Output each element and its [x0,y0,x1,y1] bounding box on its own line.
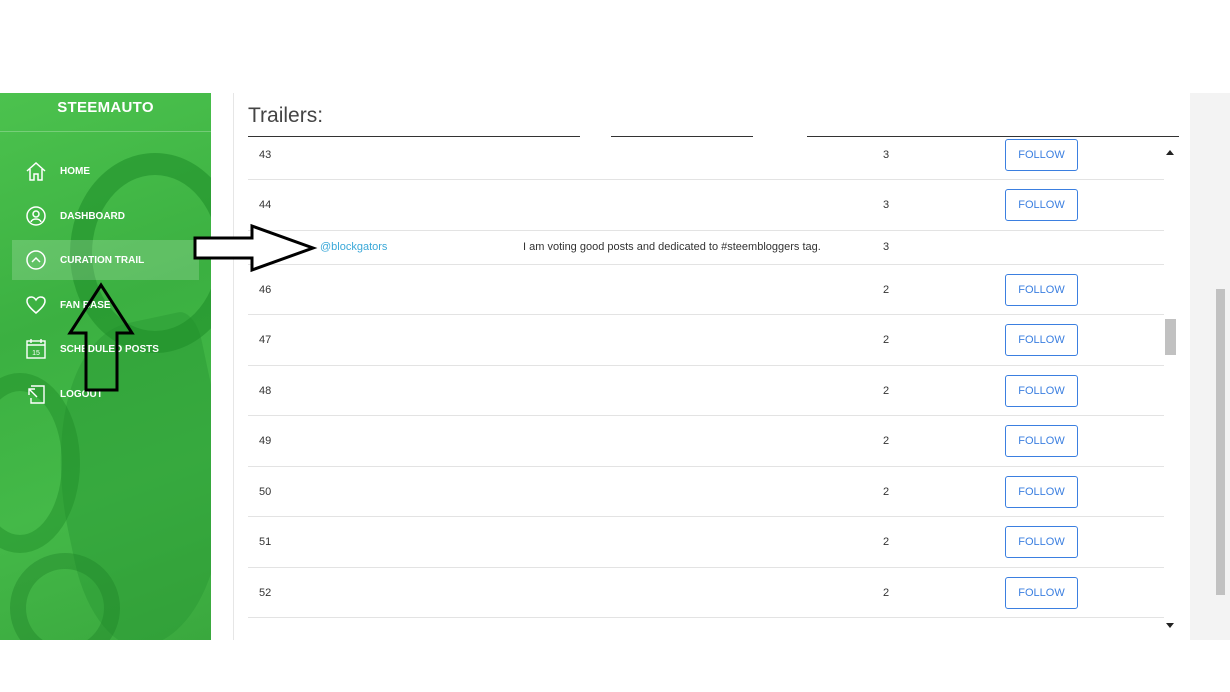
row-count: 2 [883,334,890,346]
page-title: Trailers: [248,104,324,127]
table-row-highlighted: 45 @blockgators I am voting good posts a… [248,231,1164,265]
follow-button[interactable]: FOLLOW [1005,526,1078,558]
follow-button[interactable]: FOLLOW [1005,324,1078,356]
row-count: 3 [883,149,890,161]
column-header-underline [611,136,753,137]
brand-title[interactable]: STEEMAUTO [0,99,211,116]
sidebar-item-logout[interactable]: LOGOUT [12,374,199,414]
sidebar-item-label: LOGOUT [60,388,103,400]
sidebar-item-home[interactable]: HOME [12,151,199,191]
row-number: 43 [259,149,272,161]
table-scrollbar[interactable] [1164,146,1178,632]
logout-icon [25,383,47,405]
page-scrollbar[interactable] [1190,93,1230,640]
column-header-underline [248,136,580,137]
main-divider [233,93,234,640]
calendar-icon: 15 [25,338,47,360]
table-row: 46 2 FOLLOW [248,265,1164,315]
heart-icon [25,294,47,316]
follow-button[interactable]: FOLLOW [1005,577,1078,609]
table-scrollbar-thumb[interactable] [1165,319,1176,355]
sidebar-item-curation-trail[interactable]: CURATION TRAIL [12,240,199,280]
table-row: 48 2 FOLLOW [248,366,1164,416]
user-icon [25,205,47,227]
follow-button[interactable]: FOLLOW [1005,375,1078,407]
sidebar-item-scheduled-posts[interactable]: 15 SCHEDULED POSTS [12,329,199,369]
table-row: 43 3 FOLLOW [248,138,1164,180]
chevron-up-circle-icon [25,249,47,271]
table-row: 49 2 FOLLOW [248,416,1164,467]
sidebar-item-label: CURATION TRAIL [60,254,145,266]
follow-button[interactable]: FOLLOW [1005,274,1078,306]
row-number: 52 [259,587,272,599]
home-icon [25,160,47,182]
table-row: 52 2 FOLLOW [248,568,1164,618]
scroll-down-arrow-icon[interactable] [1166,623,1174,628]
row-count: 2 [883,486,890,498]
table-row: 50 2 FOLLOW [248,467,1164,517]
sidebar-item-label: FAN BASE [60,299,111,311]
follow-button[interactable]: FOLLOW [1005,189,1078,221]
row-count: 3 [883,199,890,211]
row-number: 47 [259,334,272,346]
calendar-icon-day: 15 [32,350,40,357]
page-scrollbar-thumb[interactable] [1216,289,1225,595]
trailers-table: 43 3 FOLLOW 44 3 FOLLOW 45 @blockgators … [248,138,1164,631]
row-number: 45 [259,241,272,253]
row-number: 46 [259,284,272,296]
sidebar-divider [0,131,211,132]
trailer-description: I am voting good posts and dedicated to … [523,241,821,253]
follow-button[interactable]: FOLLOW [1005,425,1078,457]
row-number: 49 [259,435,272,447]
row-count: 2 [883,385,890,397]
row-count: 2 [883,536,890,548]
follow-button[interactable]: FOLLOW [1005,139,1078,171]
sidebar-item-fan-base[interactable]: FAN BASE [12,285,199,325]
sidebar-item-dashboard[interactable]: DASHBOARD [12,196,199,236]
row-number: 44 [259,199,272,211]
trailer-username-link[interactable]: @blockgators [320,241,387,253]
follow-button[interactable]: FOLLOW [1005,476,1078,508]
table-row: 44 3 FOLLOW [248,180,1164,231]
sidebar: STEEMAUTO HOME DASHBOARD CURATION TRAIL … [0,93,211,640]
row-count: 3 [883,241,890,253]
row-number: 48 [259,385,272,397]
row-count: 2 [883,587,890,599]
row-number: 51 [259,536,272,548]
column-header-underline [807,136,1179,137]
row-number: 50 [259,486,272,498]
row-count: 2 [883,435,890,447]
table-row: 47 2 FOLLOW [248,315,1164,366]
sidebar-item-label: SCHEDULED POSTS [60,343,159,355]
sidebar-item-label: DASHBOARD [60,210,125,222]
table-row: 51 2 FOLLOW [248,517,1164,568]
sidebar-item-label: HOME [60,165,90,177]
row-count: 2 [883,284,890,296]
scroll-up-arrow-icon[interactable] [1166,150,1174,155]
